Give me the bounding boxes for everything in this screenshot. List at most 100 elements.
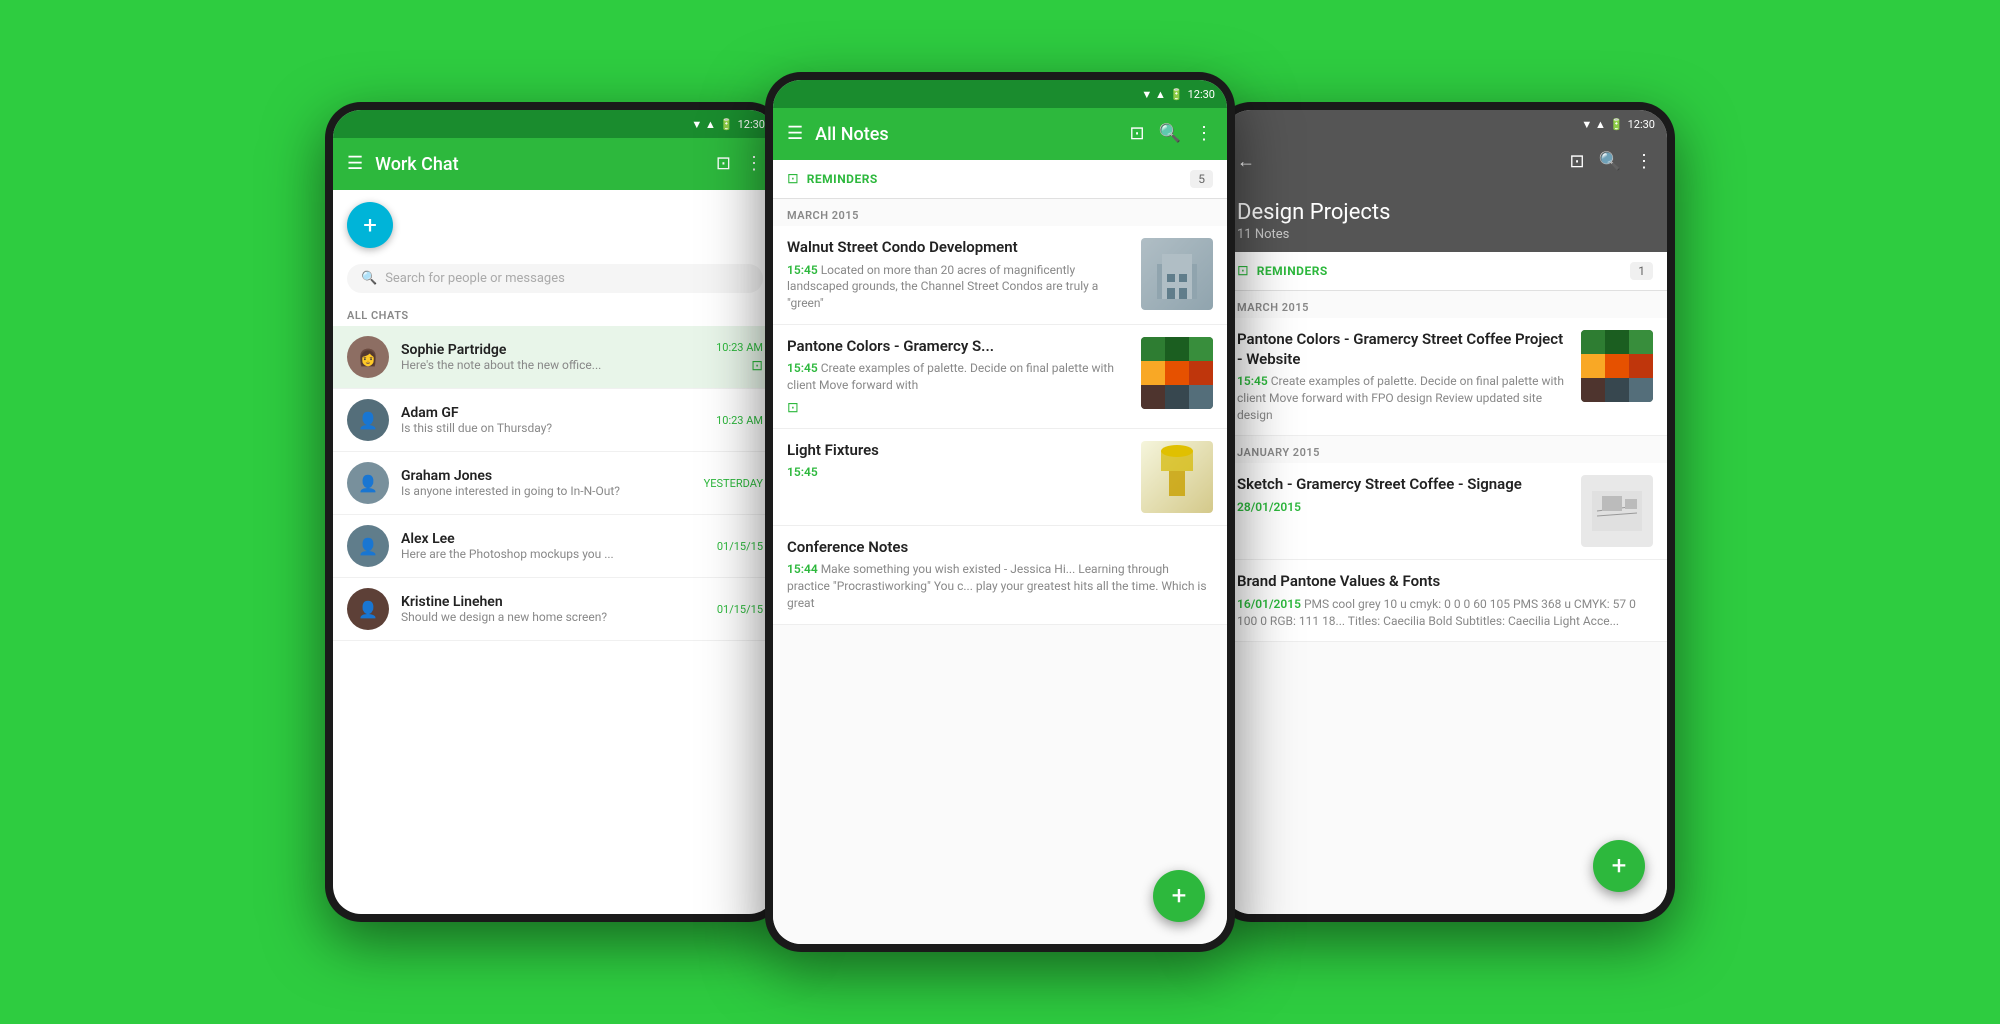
chat-preview: Here's the note about the new office... bbox=[401, 358, 704, 372]
note-body: 15:45 Create examples of palette. Decide… bbox=[1237, 373, 1571, 423]
chat-time: 01/15/15 bbox=[717, 603, 763, 616]
dp-notes-scroll: MARCH 2015 Pantone Colors - Gramercy Str… bbox=[1223, 291, 1667, 914]
chat-info: Kristine Linehen Should we design a new … bbox=[401, 594, 705, 624]
chat-meta: 01/15/15 bbox=[717, 540, 763, 553]
chat-list: 👩 Sophie Partridge Here's the note about… bbox=[333, 326, 777, 914]
menu-icon[interactable]: ☰ bbox=[787, 125, 803, 143]
building-image bbox=[1141, 238, 1213, 310]
chat-info: Sophie Partridge Here's the note about t… bbox=[401, 342, 704, 372]
app-bar-1: ☰ Work Chat ⊡ ⋮ bbox=[333, 138, 777, 190]
time-display: 12:30 bbox=[738, 118, 765, 131]
chat-item[interactable]: 👩 Sophie Partridge Here's the note about… bbox=[333, 326, 777, 389]
notes-content: MARCH 2015 Walnut Street Condo Developme… bbox=[773, 199, 1227, 944]
fab-icon: + bbox=[1612, 851, 1627, 881]
note-title: Light Fixtures bbox=[787, 441, 1131, 461]
fab-button[interactable]: + bbox=[347, 202, 393, 248]
note-title: Pantone Colors - Gramercy Street Coffee … bbox=[1237, 330, 1571, 369]
note-text: Brand Pantone Values & Fonts 16/01/2015 … bbox=[1237, 572, 1653, 629]
person-icon: 👤 bbox=[358, 411, 378, 430]
note-title: Sketch - Gramercy Street Coffee - Signag… bbox=[1237, 475, 1571, 495]
chat-time: 10:23 AM bbox=[716, 414, 763, 427]
avatar: 👩 bbox=[347, 336, 389, 378]
note-title: Pantone Colors - Gramercy S... bbox=[787, 337, 1131, 357]
chat-item[interactable]: 👤 Kristine Linehen Should we design a ne… bbox=[333, 578, 777, 641]
note-attachment-icon: ⊡ bbox=[751, 358, 763, 374]
month-label: MARCH 2015 bbox=[1223, 291, 1667, 318]
note-item[interactable]: Light Fixtures 15:45 bbox=[773, 429, 1227, 526]
avatar: 👤 bbox=[347, 525, 389, 567]
page-title: Design Projects bbox=[1237, 200, 1653, 225]
note-icon[interactable]: ⊡ bbox=[716, 155, 731, 173]
search-icon[interactable]: 🔍 bbox=[1599, 153, 1621, 171]
status-bar-1: ▼ ▲ 🔋 12:30 bbox=[333, 110, 777, 138]
chat-meta: 01/15/15 bbox=[717, 603, 763, 616]
chat-meta: YESTERDAY bbox=[704, 477, 763, 490]
dp-reminders-bar[interactable]: ⊡ REMINDERS 1 bbox=[1223, 252, 1667, 291]
note-item[interactable]: Sketch - Gramercy Street Coffee - Signag… bbox=[1223, 463, 1667, 560]
reminders-label: REMINDERS bbox=[807, 172, 878, 186]
chat-info: Graham Jones Is anyone interested in goi… bbox=[401, 468, 692, 498]
note-text: Pantone Colors - Gramercy Street Coffee … bbox=[1237, 330, 1571, 423]
battery-icon: 🔋 bbox=[1170, 88, 1184, 101]
note-title: Conference Notes bbox=[787, 538, 1213, 558]
reminder-icon: ⊡ bbox=[1237, 263, 1249, 279]
note-thumbnail bbox=[1581, 475, 1653, 547]
person-icon: 👤 bbox=[358, 600, 378, 619]
reminder-attached-icon: ⊡ bbox=[787, 400, 1131, 416]
note-thumbnail bbox=[1141, 337, 1213, 409]
note-text: Conference Notes 15:44 Make something yo… bbox=[787, 538, 1213, 612]
note-item[interactable]: Brand Pantone Values & Fonts 16/01/2015 … bbox=[1223, 560, 1667, 642]
note-text: Walnut Street Condo Development 15:45 Lo… bbox=[787, 238, 1131, 312]
more-icon[interactable]: ⋮ bbox=[745, 155, 763, 173]
fab-button-dp[interactable]: + bbox=[1593, 840, 1645, 892]
chat-info: Adam GF Is this still due on Thursday? bbox=[401, 405, 704, 435]
notes-count: 11 Notes bbox=[1237, 227, 1653, 242]
reminders-count: 5 bbox=[1190, 170, 1213, 188]
dp-header: Design Projects 11 Notes bbox=[1223, 186, 1667, 252]
search-icon[interactable]: 🔍 bbox=[1159, 125, 1181, 143]
chat-item[interactable]: 👤 Adam GF Is this still due on Thursday?… bbox=[333, 389, 777, 452]
note-item[interactable]: Pantone Colors - Gramercy Street Coffee … bbox=[1223, 318, 1667, 436]
search-icon: 🔍 bbox=[361, 271, 377, 286]
time-display: 12:30 bbox=[1188, 88, 1215, 101]
sketch-image bbox=[1581, 475, 1653, 547]
note-body: 28/01/2015 bbox=[1237, 499, 1571, 516]
search-placeholder: Search for people or messages bbox=[385, 271, 565, 286]
chat-preview: Should we design a new home screen? bbox=[401, 610, 705, 624]
reminders-bar[interactable]: ⊡ REMINDERS 5 bbox=[773, 160, 1227, 199]
signal-icon: ▼ ▲ bbox=[1581, 118, 1606, 131]
note-thumbnail bbox=[1141, 441, 1213, 513]
app-bar-title: Work Chat bbox=[375, 154, 716, 175]
note-icon[interactable]: ⊡ bbox=[1569, 153, 1584, 171]
dp-app-bar: ← ⊡ 🔍 ⋮ bbox=[1223, 138, 1667, 186]
note-thumbnail bbox=[1141, 238, 1213, 310]
menu-icon[interactable]: ☰ bbox=[347, 155, 363, 173]
note-body: 15:45 Located on more than 20 acres of m… bbox=[787, 262, 1131, 312]
note-text: Pantone Colors - Gramercy S... 15:45 Cre… bbox=[787, 337, 1131, 416]
person-icon: 👤 bbox=[358, 537, 378, 556]
more-icon[interactable]: ⋮ bbox=[1195, 125, 1213, 143]
app-bar-title: All Notes bbox=[815, 124, 1129, 145]
fab-button-notes[interactable]: + bbox=[1153, 870, 1205, 922]
chat-preview: Here are the Photoshop mockups you ... bbox=[401, 547, 705, 561]
palette-image bbox=[1581, 330, 1653, 402]
fixture-image bbox=[1141, 441, 1213, 513]
phone-work-chat: ▼ ▲ 🔋 12:30 ☰ Work Chat ⊡ ⋮ + 🔍 bbox=[325, 102, 785, 922]
avatar: 👤 bbox=[347, 462, 389, 504]
search-bar[interactable]: 🔍 Search for people or messages bbox=[347, 264, 763, 293]
note-item[interactable]: Walnut Street Condo Development 15:45 Lo… bbox=[773, 226, 1227, 325]
note-title: Brand Pantone Values & Fonts bbox=[1237, 572, 1653, 592]
phone-all-notes: ▼ ▲ 🔋 12:30 ☰ All Notes ⊡ 🔍 ⋮ ⊡ REMINDER… bbox=[765, 72, 1235, 952]
note-item[interactable]: Pantone Colors - Gramercy S... 15:45 Cre… bbox=[773, 325, 1227, 429]
signal-icon: ▼ ▲ bbox=[691, 118, 716, 131]
note-body: 15:45 bbox=[787, 464, 1131, 481]
chat-item[interactable]: 👤 Alex Lee Here are the Photoshop mockup… bbox=[333, 515, 777, 578]
back-icon[interactable]: ← bbox=[1237, 153, 1255, 171]
chat-item[interactable]: 👤 Graham Jones Is anyone interested in g… bbox=[333, 452, 777, 515]
all-chats-label: ALL CHATS bbox=[333, 303, 777, 326]
note-icon[interactable]: ⊡ bbox=[1129, 125, 1144, 143]
note-item[interactable]: Conference Notes 15:44 Make something yo… bbox=[773, 526, 1227, 625]
more-icon[interactable]: ⋮ bbox=[1635, 153, 1653, 171]
note-body: 16/01/2015 PMS cool grey 10 u cmyk: 0 0 … bbox=[1237, 596, 1653, 630]
note-body: 15:45 Create examples of palette. Decide… bbox=[787, 360, 1131, 394]
